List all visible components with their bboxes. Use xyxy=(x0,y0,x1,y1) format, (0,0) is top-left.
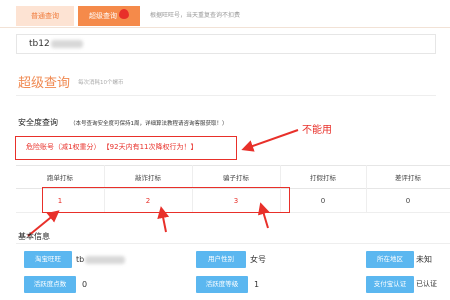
highlight-box xyxy=(42,187,290,213)
info-value: 女号 xyxy=(250,255,266,264)
info-value: tb xyxy=(76,251,126,268)
info-value: 已认证 xyxy=(416,280,437,288)
info-value: 1 xyxy=(254,280,260,289)
search-value: tb12 xyxy=(29,35,83,53)
arrow-to-danger xyxy=(241,129,299,152)
redacted-blur xyxy=(85,255,126,264)
divider xyxy=(16,95,436,96)
annotation-label: 不能用 xyxy=(302,125,332,136)
info-label: 所在地区 xyxy=(366,251,414,268)
table-cell: 0 xyxy=(320,197,326,205)
info-label: 用户性别 xyxy=(196,251,246,268)
tab-hint: 根据旺旺号，当天重复查询不扣费 xyxy=(150,12,241,19)
tab-normal-label: 普通查询 xyxy=(31,12,59,20)
security-title: 安全度查询 xyxy=(18,118,58,127)
tab-bar: 普通查询 超级查询 根据旺旺号，当天重复查询不扣费 xyxy=(0,0,450,28)
danger-status-text: 危险账号（减1权重分） 【92天内有11次降权行为！】 xyxy=(26,143,198,151)
arrow-to-cell-2 xyxy=(157,206,170,233)
table-cell: 0 xyxy=(405,197,411,205)
fire-icon xyxy=(119,9,129,19)
section-subtitle: 每次消耗10个螺币 xyxy=(78,80,124,86)
info-label: 淘宝旺旺 xyxy=(24,251,72,268)
security-note: （本号查询安全度可保持1周，详细算法教程请咨询客服获取！） xyxy=(70,121,228,127)
table-header-cell: 差评打标 xyxy=(395,174,421,182)
tab-super-query[interactable]: 超级查询 xyxy=(78,6,140,26)
info-value: 未知 xyxy=(416,255,432,264)
danger-status-box: 危险账号（减1权重分） 【92天内有11次降权行为！】 xyxy=(15,136,237,160)
table-header: 跑单打标 敲诈打标 骗子打标 打假打标 差评打标 xyxy=(16,165,450,189)
tab-normal-query[interactable]: 普通查询 xyxy=(16,6,74,26)
section-title: 超级查询 xyxy=(18,76,71,91)
search-input[interactable]: tb12 xyxy=(16,34,436,54)
tab-super-label: 超级查询 xyxy=(89,12,117,20)
info-value: 0 xyxy=(82,280,88,289)
table-header-cell: 打假打标 xyxy=(310,174,336,182)
info-label: 活跃度等级 xyxy=(196,276,248,293)
basic-info-title: 基本信息 xyxy=(18,232,50,241)
redacted-blur xyxy=(50,39,83,48)
table-divider xyxy=(366,165,367,213)
info-label: 活跃度点数 xyxy=(24,276,76,293)
info-label: 支付宝认证 xyxy=(366,276,414,293)
divider xyxy=(16,243,450,244)
